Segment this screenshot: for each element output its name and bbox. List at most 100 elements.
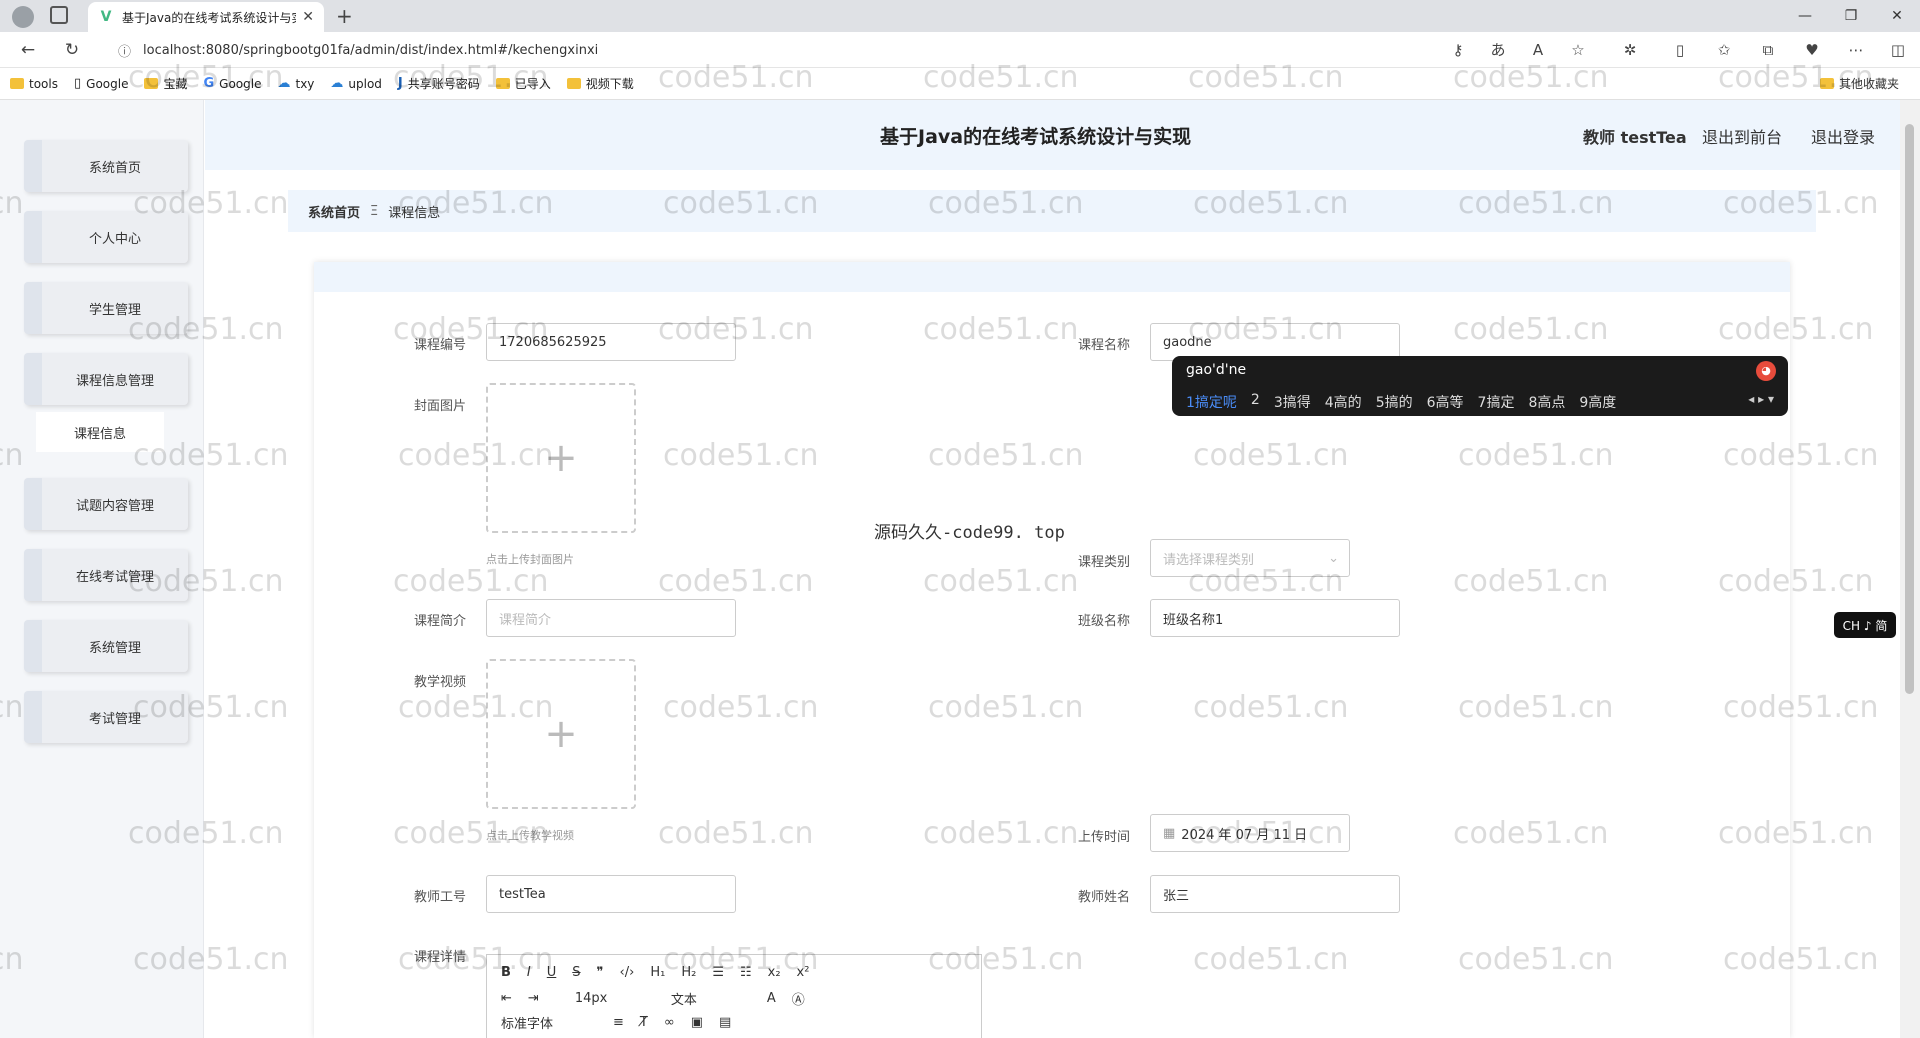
- bold-icon[interactable]: B: [501, 965, 511, 980]
- underline-icon[interactable]: U: [547, 965, 557, 980]
- browser-essentials-icon[interactable]: ♥: [1798, 38, 1826, 62]
- ime-candidate[interactable]: 8高点: [1528, 392, 1565, 412]
- cover-upload[interactable]: +: [486, 383, 636, 533]
- ime-logo-icon[interactable]: ◕: [1756, 361, 1776, 381]
- close-tab-icon[interactable]: ✕: [302, 9, 314, 25]
- bullet-list-icon[interactable]: ☷: [740, 965, 752, 980]
- heading2-icon[interactable]: H₂: [681, 965, 696, 980]
- breadcrumb-home[interactable]: 系统首页: [308, 202, 360, 221]
- superscript-icon[interactable]: x²: [797, 965, 810, 980]
- ime-candidate[interactable]: 3搞得: [1274, 392, 1311, 412]
- sidebar-item-system[interactable]: 系统管理: [24, 620, 188, 672]
- code-icon[interactable]: ‹/›: [620, 965, 635, 980]
- plus-icon: +: [544, 435, 578, 481]
- bookmark-google-2[interactable]: G Google: [203, 76, 261, 91]
- bookmarks-bar: tools ▯ Google 宝藏 G Google ☁ txy ☁ uplod J 共享…: [0, 68, 1920, 100]
- teacher-name-input[interactable]: 张三: [1150, 875, 1400, 913]
- sidebar-item-profile[interactable]: 个人中心: [24, 211, 188, 263]
- course-no-input[interactable]: 1720685625925: [486, 323, 736, 361]
- indent-icon[interactable]: ⇥: [528, 991, 539, 1006]
- scrollbar-thumb[interactable]: [1905, 124, 1914, 694]
- font-family-select[interactable]: 标准字体: [501, 1013, 597, 1032]
- collections-icon[interactable]: ⧉: [1754, 38, 1782, 62]
- more-menu-icon[interactable]: ⋯: [1842, 38, 1870, 62]
- tab-actions-icon[interactable]: [50, 6, 68, 24]
- rich-text-editor[interactable]: B I U S ❞ ‹/› H₁ H₂ ☰ ☷ x₂ x² ⇤ ⇥ 14px 文…: [486, 954, 982, 1038]
- translate-icon[interactable]: あ: [1484, 38, 1512, 62]
- ime-candidate[interactable]: 2: [1251, 392, 1260, 412]
- extensions-icon[interactable]: ✲: [1616, 38, 1644, 62]
- sidebar-item-questions[interactable]: 试题内容管理: [24, 478, 188, 530]
- info-icon[interactable]: ⓘ: [118, 41, 131, 60]
- align-icon[interactable]: ≡: [613, 1015, 624, 1030]
- category-select[interactable]: 请选择课程类别 ⌄: [1150, 539, 1350, 577]
- ime-candidate[interactable]: 6高等: [1427, 392, 1464, 412]
- text-type-select[interactable]: 文本: [671, 989, 751, 1008]
- jira-icon: J: [397, 76, 403, 91]
- bookmark-treasure[interactable]: 宝藏: [144, 75, 187, 92]
- clear-format-icon[interactable]: T̸: [640, 1015, 648, 1030]
- ime-candidate[interactable]: 5搞的: [1376, 392, 1413, 412]
- new-tab-icon[interactable]: +: [336, 4, 353, 28]
- video-upload[interactable]: +: [486, 659, 636, 809]
- sidebar-item-home[interactable]: 系统首页: [24, 140, 188, 192]
- outdent-icon[interactable]: ⇤: [501, 991, 512, 1006]
- strikethrough-icon[interactable]: S: [572, 965, 580, 980]
- sidebar-item-students[interactable]: 学生管理: [24, 282, 188, 334]
- sidebar-item-online-exam[interactable]: 在线考试管理: [24, 549, 188, 601]
- close-window-icon[interactable]: ✕: [1874, 4, 1920, 28]
- sidebar-item-course-management[interactable]: 课程信息管理: [24, 353, 188, 405]
- refresh-icon[interactable]: ↻: [58, 38, 86, 62]
- logout-link[interactable]: 退出登录: [1811, 124, 1875, 148]
- other-bookmarks[interactable]: 其他收藏夹: [1820, 75, 1899, 92]
- class-input[interactable]: 班级名称1: [1150, 599, 1400, 637]
- italic-icon[interactable]: I: [527, 965, 531, 980]
- bookmark-google[interactable]: ▯ Google: [74, 76, 128, 91]
- bookmark-imported[interactable]: 已导入: [495, 75, 551, 92]
- profile-icon[interactable]: [12, 6, 34, 28]
- breadcrumb-separator: Ξ: [370, 203, 379, 219]
- favorites-icon[interactable]: ✩: [1710, 38, 1738, 62]
- ime-page-arrows-icon[interactable]: ◂ ▸ ▾: [1748, 392, 1774, 406]
- sidebar-toggle-icon[interactable]: ◫: [1884, 38, 1912, 62]
- font-size-select[interactable]: 14px: [575, 991, 655, 1006]
- page-scrollbar[interactable]: [1900, 100, 1920, 1038]
- ime-mode-badge[interactable]: CH ♪ 简: [1834, 612, 1896, 638]
- ime-candidate[interactable]: 1搞定呢: [1186, 392, 1237, 412]
- upload-time-input[interactable]: ▦ 2024 年 07 月 11 日: [1150, 814, 1350, 852]
- sidebar-subitem-course-info[interactable]: 课程信息: [36, 412, 164, 452]
- bookmark-shared-accounts[interactable]: J 共享账号密码: [398, 75, 480, 92]
- subscript-icon[interactable]: x₂: [768, 965, 781, 980]
- bookmark-txy[interactable]: ☁ txy: [277, 76, 314, 91]
- site-title: 基于Java的在线考试系统设计与实现: [880, 126, 1192, 148]
- back-to-front-link[interactable]: 退出到前台: [1702, 124, 1782, 148]
- restore-icon[interactable]: ❐: [1828, 4, 1874, 28]
- ordered-list-icon[interactable]: ☰: [712, 965, 724, 980]
- heading1-icon[interactable]: H₁: [650, 965, 665, 980]
- favorite-star-icon[interactable]: ☆: [1564, 38, 1592, 62]
- minimize-icon[interactable]: —: [1782, 4, 1828, 28]
- browser-tab[interactable]: V 基于Java的在线考试系统设计与实现 ✕: [88, 2, 324, 32]
- read-aloud-icon[interactable]: A: [1524, 38, 1552, 62]
- sidebar-item-exam-management[interactable]: 考试管理: [24, 691, 188, 743]
- bookmark-video-download[interactable]: 视频下载: [566, 75, 634, 92]
- address-bar: ← ↻ ⓘ localhost:8080/springbootg01fa/adm…: [0, 32, 1920, 68]
- bookmark-uplod[interactable]: ☁ uplod: [330, 76, 382, 91]
- split-screen-icon[interactable]: ▯: [1666, 38, 1694, 62]
- bookmark-tools[interactable]: tools: [10, 77, 58, 91]
- font-color-icon[interactable]: A: [767, 991, 776, 1006]
- ime-candidate[interactable]: 7搞定: [1478, 392, 1515, 412]
- url-field[interactable]: ⓘ localhost:8080/springbootg01fa/admin/d…: [104, 37, 1384, 63]
- ime-candidate[interactable]: 9高度: [1579, 392, 1616, 412]
- intro-input[interactable]: 课程简介: [486, 599, 736, 637]
- ime-candidate[interactable]: 4高的: [1325, 392, 1362, 412]
- quote-icon[interactable]: ❞: [597, 965, 604, 980]
- image-icon[interactable]: ▣: [691, 1015, 703, 1030]
- sidebar: 系统首页 个人中心 学生管理 课程信息管理 课程信息 试题内容管理 在线考试管理…: [0, 100, 204, 1038]
- background-color-icon[interactable]: Ⓐ: [792, 989, 805, 1008]
- back-icon[interactable]: ←: [14, 38, 42, 62]
- video-icon[interactable]: ▤: [719, 1015, 731, 1030]
- teacher-no-input[interactable]: testTea: [486, 875, 736, 913]
- link-icon[interactable]: ∞: [664, 1015, 675, 1030]
- key-icon[interactable]: ⚷: [1444, 38, 1472, 62]
